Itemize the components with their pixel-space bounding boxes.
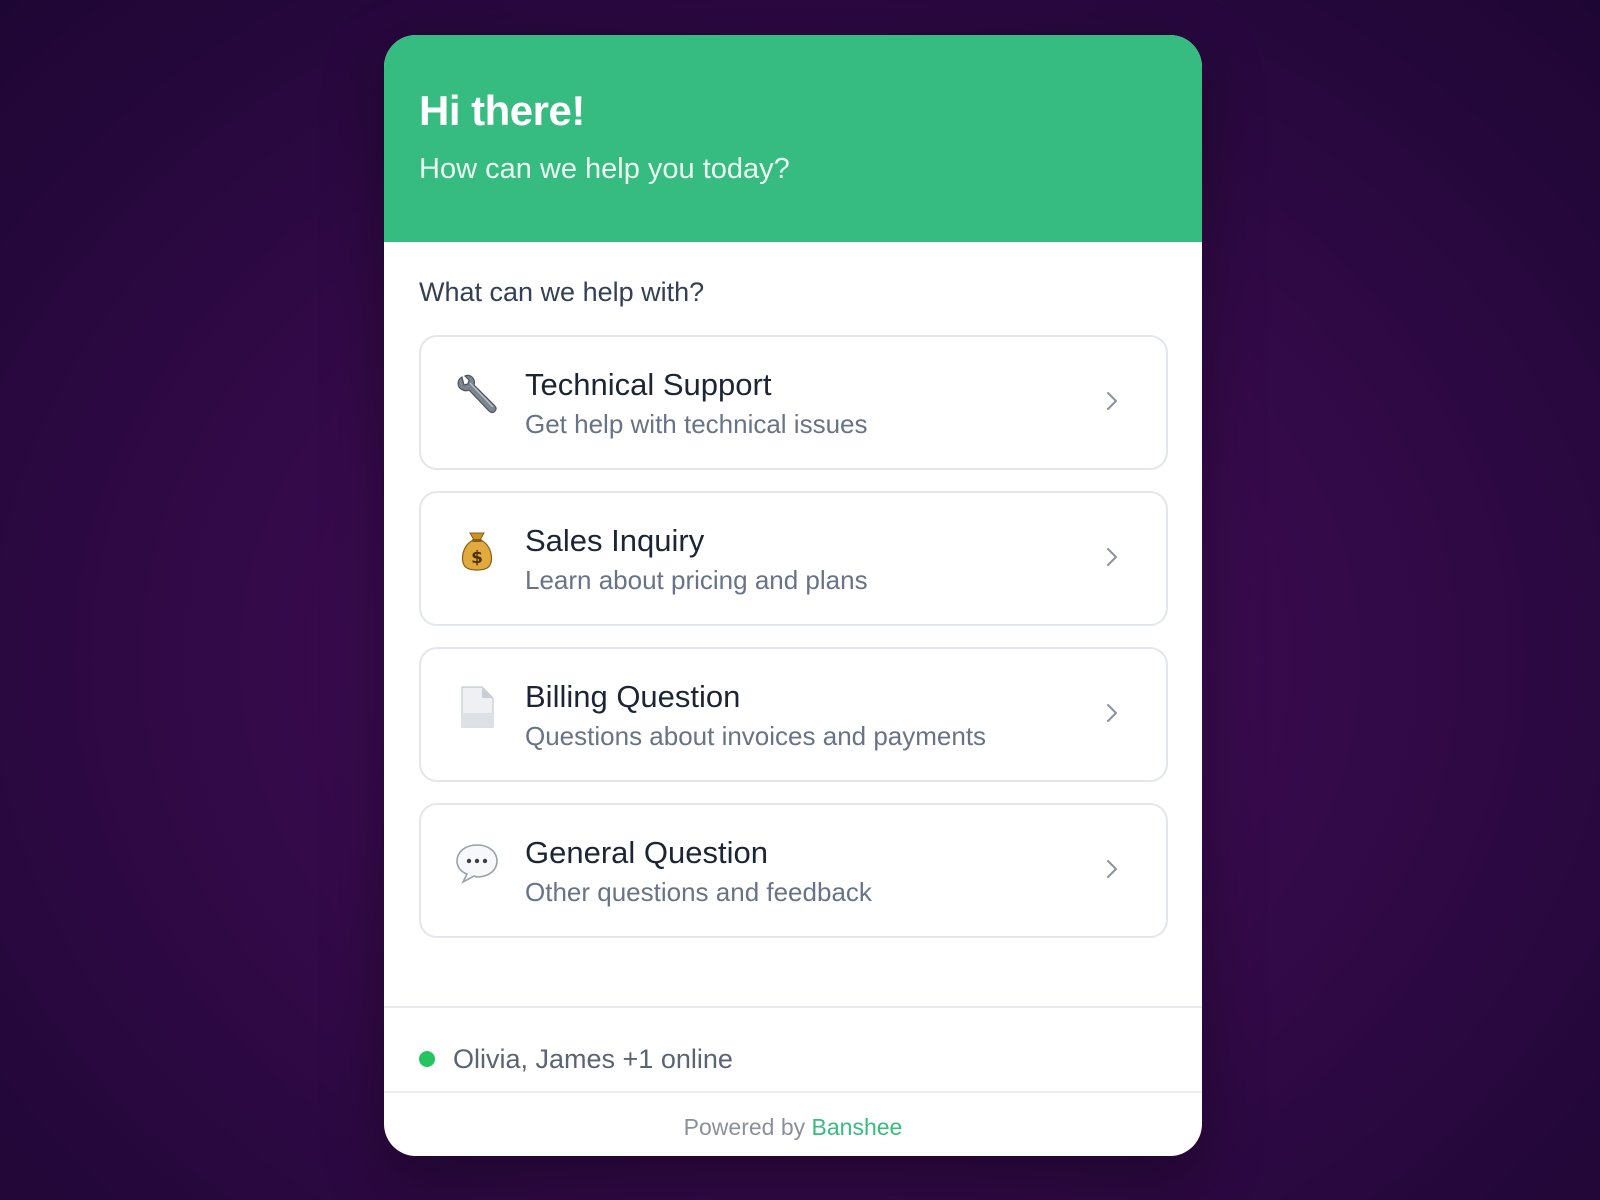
brand-link[interactable]: Banshee: [812, 1114, 903, 1140]
money-bag-icon: $: [453, 527, 501, 575]
svg-text:$: $: [471, 548, 483, 568]
online-agents-text: Olivia, James +1 online: [453, 1043, 733, 1074]
divider: [384, 1006, 1202, 1008]
document-icon: [453, 683, 501, 731]
greeting-title: Hi there!: [419, 87, 585, 134]
chevron-right-icon: [1107, 860, 1117, 878]
chat-widget: Hi there! How can we help you today? Wha…: [384, 35, 1202, 1156]
section-label: What can we help with?: [419, 277, 705, 307]
option-description: Get help with technical issues: [525, 409, 868, 439]
powered-by-footer: Powered by Banshee: [384, 1114, 1202, 1141]
option-title: Technical Support: [525, 367, 772, 402]
option-sales-inquiry[interactable]: $ Sales Inquiry Learn about pricing and …: [419, 491, 1168, 626]
option-billing-question[interactable]: Billing Question Questions about invoice…: [419, 647, 1168, 782]
option-general-question[interactable]: General Question Other questions and fee…: [419, 803, 1168, 938]
wrench-icon: [453, 371, 501, 419]
chevron-right-icon: [1107, 548, 1117, 566]
speech-bubble-icon: [453, 839, 501, 887]
option-technical-support[interactable]: Technical Support Get help with technica…: [419, 335, 1168, 470]
greeting-subtitle: How can we help you today?: [419, 153, 790, 185]
powered-by-label: Powered by: [683, 1114, 806, 1140]
option-description: Other questions and feedback: [525, 877, 872, 907]
options-list: Technical Support Get help with technica…: [419, 335, 1168, 959]
option-title: Sales Inquiry: [525, 523, 705, 558]
chevron-right-icon: [1107, 392, 1117, 410]
option-description: Learn about pricing and plans: [525, 565, 868, 595]
option-title: General Question: [525, 835, 768, 870]
option-description: Questions about invoices and payments: [525, 721, 987, 751]
option-title: Billing Question: [525, 679, 741, 714]
widget-header: Hi there! How can we help you today?: [384, 35, 1202, 242]
online-indicator-dot: [419, 1051, 435, 1067]
chevron-right-icon: [1107, 704, 1117, 722]
online-status: Olivia, James +1 online: [419, 1041, 733, 1077]
divider: [384, 1091, 1202, 1093]
